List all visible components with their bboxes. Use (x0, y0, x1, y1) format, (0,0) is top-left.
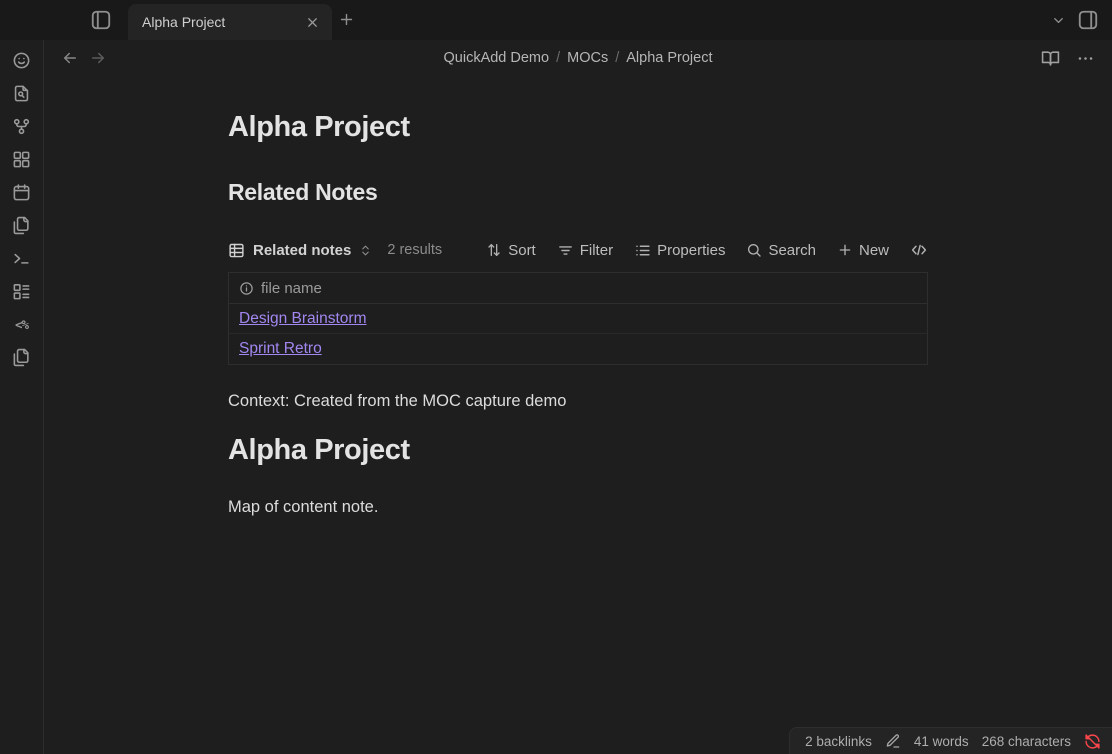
edit-mode-pencil-icon[interactable] (885, 733, 901, 749)
bases-block: Related notes 2 results Sort Filter (228, 237, 928, 365)
properties-button[interactable]: Properties (634, 242, 725, 259)
word-count: 41 words (914, 734, 969, 749)
search-button[interactable]: Search (746, 242, 816, 259)
reading-mode-icon[interactable] (1041, 49, 1060, 68)
breadcrumb-quickadd-demo[interactable]: QuickAdd Demo (444, 50, 550, 66)
bases-toolbar: Related notes 2 results Sort Filter (228, 237, 928, 263)
breadcrumb-separator: / (556, 50, 560, 66)
files-icon[interactable] (12, 216, 31, 235)
breadcrumb-alpha-project[interactable]: Alpha Project (626, 50, 712, 66)
body-paragraph: Map of content note. (228, 498, 928, 517)
repeated-h1: Alpha Project (228, 434, 928, 467)
breadcrumb-mocs[interactable]: MOCs (567, 50, 608, 66)
search-icon (746, 242, 762, 258)
breadcrumb: QuickAdd Demo / MOCs / Alpha Project (444, 50, 713, 66)
code-view-button[interactable] (910, 241, 928, 259)
editor: Alpha Project Related Notes Related note… (44, 76, 1112, 754)
more-options-icon[interactable] (1076, 49, 1095, 68)
workspace: QuickAdd Demo / MOCs / Alpha Project Alp… (44, 40, 1112, 754)
table-row: Design Brainstorm (229, 304, 927, 334)
layout-grid-icon[interactable] (12, 150, 31, 169)
character-count: 268 characters (982, 734, 1071, 749)
new-label: New (859, 242, 889, 259)
table-column-header-file-name[interactable]: file name (229, 273, 927, 304)
table-row: Sprint Retro (229, 334, 927, 364)
copy-pages-icon[interactable] (12, 348, 31, 367)
templater-icon[interactable]: <% (12, 315, 31, 334)
related-notes-h2: Related Notes (228, 179, 928, 206)
list-icon (634, 242, 651, 259)
layout-list-icon[interactable] (12, 282, 31, 301)
note-title-h1: Alpha Project (228, 111, 928, 144)
bases-view-name: Related notes (253, 242, 351, 259)
plus-icon (837, 242, 853, 258)
breadcrumb-separator: / (615, 50, 619, 66)
chevrons-up-down-icon (359, 244, 372, 257)
sync-off-icon[interactable] (1084, 733, 1101, 750)
smile-icon[interactable] (12, 51, 31, 70)
tab-title: Alpha Project (142, 14, 303, 30)
bases-table: file name Design Brainstorm Sprint Retro (228, 272, 928, 365)
status-bar: 2 backlinks 41 words 268 characters (789, 727, 1112, 754)
navigate-forward-icon[interactable] (89, 49, 107, 67)
filter-button[interactable]: Filter (557, 242, 613, 259)
bases-view-switcher[interactable]: Related notes (228, 242, 372, 259)
tab-alpha-project[interactable]: Alpha Project (128, 4, 332, 40)
table-icon (228, 242, 245, 259)
search-label: Search (768, 242, 816, 259)
tab-close-icon[interactable] (303, 13, 322, 32)
graph-icon[interactable] (12, 117, 31, 136)
info-icon (239, 281, 254, 296)
toggle-left-sidebar-icon[interactable] (90, 9, 112, 31)
file-link-sprint-retro[interactable]: Sprint Retro (239, 340, 322, 358)
arrow-up-down-icon (486, 242, 502, 258)
terminal-icon[interactable] (12, 249, 31, 268)
code-icon (910, 241, 928, 259)
toggle-right-sidebar-icon[interactable] (1077, 9, 1099, 31)
tab-list-chevron-down-icon[interactable] (1051, 13, 1066, 28)
navigate-back-icon[interactable] (61, 49, 79, 67)
sort-label: Sort (508, 242, 536, 259)
filter-lines-icon (557, 242, 574, 259)
results-count: 2 results (387, 242, 442, 258)
view-header: QuickAdd Demo / MOCs / Alpha Project (44, 40, 1112, 76)
calendar-icon[interactable] (12, 183, 31, 202)
context-paragraph: Context: Created from the MOC capture de… (228, 392, 928, 411)
filter-label: Filter (580, 242, 613, 259)
tab-bar: Alpha Project (0, 0, 1112, 40)
ribbon: <% (0, 40, 44, 754)
properties-label: Properties (657, 242, 725, 259)
column-header-label: file name (261, 280, 322, 297)
new-button[interactable]: New (837, 242, 889, 259)
new-tab-icon[interactable] (338, 11, 355, 28)
backlinks-count[interactable]: 2 backlinks (805, 734, 872, 749)
file-search-icon[interactable] (12, 84, 31, 103)
file-link-design-brainstorm[interactable]: Design Brainstorm (239, 310, 367, 328)
sort-button[interactable]: Sort (486, 242, 536, 259)
